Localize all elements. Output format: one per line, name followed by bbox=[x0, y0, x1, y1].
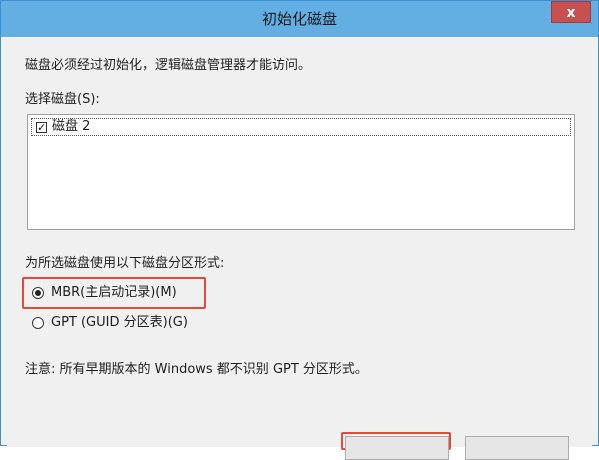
disk-listbox[interactable]: ✓ 磁盘 2 bbox=[27, 114, 575, 230]
disk-checkbox[interactable]: ✓ bbox=[36, 122, 47, 133]
dialog-title: 初始化磁盘 bbox=[261, 10, 337, 28]
mbr-radio-button[interactable] bbox=[32, 287, 44, 299]
close-button[interactable]: x bbox=[551, 1, 591, 23]
intro-text: 磁盘必须经过初始化，逻辑磁盘管理器才能访问。 bbox=[25, 58, 312, 73]
radio-selected-dot bbox=[35, 290, 41, 296]
list-item-disk-2[interactable]: ✓ 磁盘 2 bbox=[31, 118, 571, 136]
initialize-disk-dialog: 初始化磁盘 x 磁盘必须经过初始化，逻辑磁盘管理器才能访问。 选择磁盘(S): … bbox=[0, 0, 599, 460]
radio-mbr[interactable]: MBR(主启动记录)(M) bbox=[32, 284, 202, 304]
gpt-radio-button[interactable] bbox=[32, 317, 44, 329]
ok-button[interactable] bbox=[345, 436, 449, 460]
dialog-body: 磁盘必须经过初始化，逻辑磁盘管理器才能访问。 选择磁盘(S): ✓ 磁盘 2 为… bbox=[7, 37, 592, 460]
select-disk-label: 选择磁盘(S): bbox=[25, 92, 100, 107]
mbr-label: MBR(主启动记录)(M) bbox=[51, 285, 177, 300]
radio-gpt[interactable]: GPT (GUID 分区表)(G) bbox=[32, 314, 222, 334]
gpt-label: GPT (GUID 分区表)(G) bbox=[51, 315, 188, 330]
partition-style-label: 为所选磁盘使用以下磁盘分区形式: bbox=[25, 256, 225, 271]
note-text: 注意: 所有早期版本的 Windows 都不识别 GPT 分区形式。 bbox=[25, 362, 368, 377]
disk-label: 磁盘 2 bbox=[52, 119, 91, 134]
title-bar[interactable]: 初始化磁盘 x bbox=[1, 1, 598, 37]
cancel-button[interactable] bbox=[465, 436, 569, 460]
